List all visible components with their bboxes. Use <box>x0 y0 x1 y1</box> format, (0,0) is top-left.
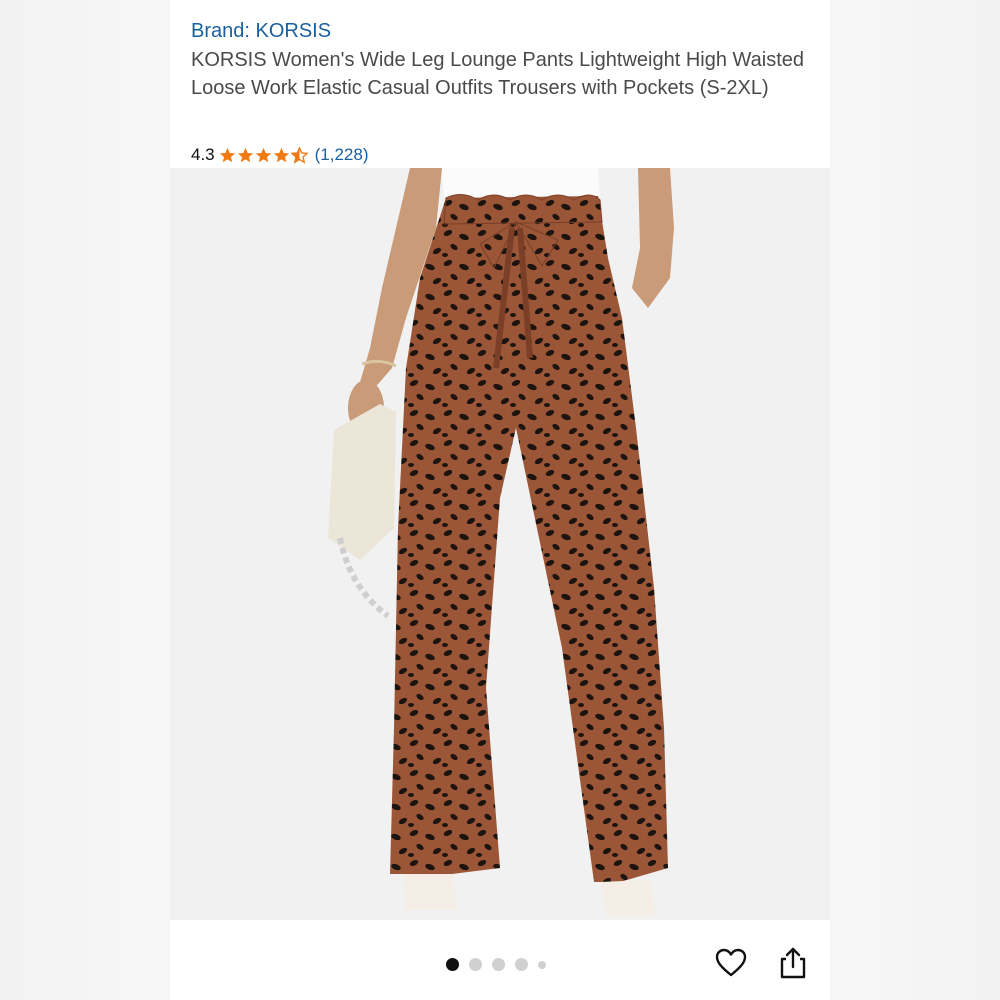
brand-link[interactable]: Brand: KORSIS <box>191 18 816 44</box>
rating-row[interactable]: 4.3 (1,228) <box>191 144 369 166</box>
product-header: Brand: KORSIS KORSIS Women's Wide Leg Lo… <box>191 18 816 102</box>
star-rating <box>219 146 308 164</box>
star-icon <box>273 147 289 162</box>
carousel-dot-5[interactable] <box>538 960 546 969</box>
star-icon <box>237 147 253 162</box>
review-count-link[interactable]: (1,228) <box>315 145 369 165</box>
pants-photo <box>328 168 674 916</box>
carousel-indicator[interactable] <box>446 958 546 971</box>
page-background-left <box>0 0 170 1000</box>
image-footer <box>170 920 830 1000</box>
product-image[interactable] <box>170 168 830 920</box>
star-icon <box>255 147 271 162</box>
half-star-icon <box>290 146 308 164</box>
product-card: Brand: KORSIS KORSIS Women's Wide Leg Lo… <box>170 0 830 1000</box>
carousel-dot-2[interactable] <box>469 958 482 971</box>
rating-value: 4.3 <box>191 145 215 164</box>
product-title: KORSIS Women's Wide Leg Lounge Pants Lig… <box>191 49 805 99</box>
page-background-right <box>830 0 1000 1000</box>
star-icon <box>219 147 235 162</box>
carousel-dot-1[interactable] <box>446 958 459 971</box>
heart-icon[interactable] <box>714 946 748 980</box>
carousel-dot-4[interactable] <box>515 958 528 971</box>
share-icon[interactable] <box>776 946 810 980</box>
carousel-dot-3[interactable] <box>492 958 505 971</box>
